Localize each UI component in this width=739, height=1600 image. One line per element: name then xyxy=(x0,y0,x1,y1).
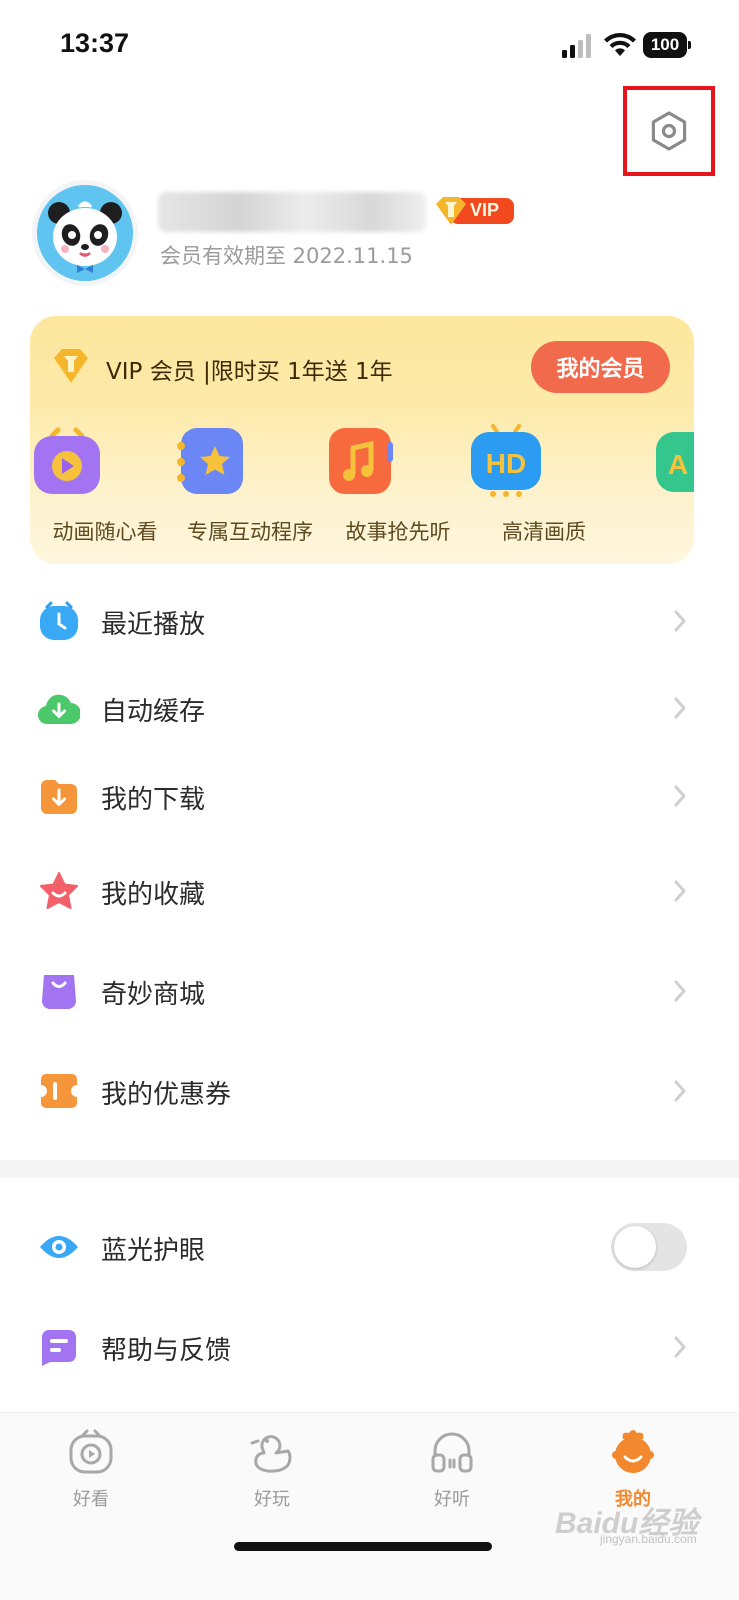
vip-card[interactable]: VIP 会员 |限时买 1年送 1年 我的会员 动画随心看 专属互动程序 故事抢… xyxy=(30,316,694,564)
perk-item-partial[interactable]: A xyxy=(620,424,694,502)
watermark-url: jingyan.baidu.com xyxy=(600,1532,697,1546)
my-membership-button[interactable]: 我的会员 xyxy=(531,341,670,393)
eye-icon xyxy=(40,1236,78,1258)
duck-icon xyxy=(250,1435,292,1473)
menu-item-help-feedback[interactable]: 帮助与反馈 xyxy=(0,1312,739,1382)
menu-item-my-coupons[interactable]: 我的优惠券 xyxy=(0,1056,739,1126)
tab-label: 好看 xyxy=(73,1489,109,1510)
chevron-right-icon xyxy=(674,880,686,902)
avatar[interactable] xyxy=(32,180,138,286)
menu-item-my-favorites[interactable]: 我的收藏 xyxy=(0,856,739,926)
settings-hex-icon xyxy=(651,111,687,151)
tab-label: 好玩 xyxy=(254,1489,290,1510)
headphones-icon xyxy=(431,1432,473,1473)
chevron-right-icon xyxy=(674,785,686,807)
panda-avatar-icon xyxy=(37,185,133,281)
perk-item[interactable]: 动画随心看 xyxy=(30,424,180,544)
tab-label: 好听 xyxy=(434,1489,470,1510)
cellular-signal-icon xyxy=(562,34,591,58)
menu-label: 蓝光护眼 xyxy=(101,1236,206,1266)
username-blurred xyxy=(158,192,426,232)
eye-protection-toggle[interactable] xyxy=(611,1223,687,1271)
settings-button[interactable] xyxy=(623,86,715,176)
perk-label: 专属互动程序 xyxy=(187,520,313,544)
feedback-icon xyxy=(42,1330,76,1366)
menu-label: 我的下载 xyxy=(101,785,206,815)
menu-label: 自动缓存 xyxy=(101,697,206,727)
clock-icon xyxy=(40,601,78,640)
battery-level: 100 xyxy=(643,32,687,58)
hd-tv-icon: HD xyxy=(471,424,541,497)
chevron-right-icon xyxy=(674,1336,686,1358)
perk-label: 故事抢先听 xyxy=(345,520,451,544)
home-indicator[interactable] xyxy=(234,1542,492,1551)
membership-expiry: 会员有效期至 2022.11.15 xyxy=(160,244,413,268)
star-icon xyxy=(40,872,78,909)
video-play-icon xyxy=(34,427,100,494)
perk-label: 高清画质 xyxy=(502,520,586,544)
chevron-right-icon xyxy=(674,697,686,719)
alphabet-app-icon: A xyxy=(656,432,694,492)
folder-download-icon xyxy=(41,780,77,814)
menu-label: 我的优惠券 xyxy=(101,1080,232,1110)
perk-item[interactable]: 专属互动程序 xyxy=(175,424,325,544)
menu-item-auto-cache[interactable]: 自动缓存 xyxy=(0,673,739,743)
tab-play[interactable]: 好玩 xyxy=(212,1427,332,1527)
svg-text:HD: HD xyxy=(486,448,526,479)
vip-crown-icon xyxy=(54,349,88,383)
menu-label: 帮助与反馈 xyxy=(101,1336,232,1366)
menu-item-recent-play[interactable]: 最近播放 xyxy=(0,586,739,656)
toggle-knob xyxy=(614,1226,656,1268)
tv-icon xyxy=(69,1429,113,1474)
vip-label: VIP xyxy=(470,200,500,220)
wifi-icon xyxy=(604,33,636,56)
coupon-icon xyxy=(41,1074,77,1108)
tab-listen[interactable]: 好听 xyxy=(392,1427,512,1527)
perk-item[interactable]: HD 高清画质 xyxy=(469,424,619,544)
music-note-icon xyxy=(329,428,393,494)
chevron-right-icon xyxy=(674,980,686,1002)
shopping-bag-icon xyxy=(42,975,76,1009)
tab-watch[interactable]: 好看 xyxy=(31,1427,151,1527)
menu-item-my-downloads[interactable]: 我的下载 xyxy=(0,761,739,831)
menu-label: 最近播放 xyxy=(101,610,206,640)
vip-promo-text: VIP 会员 |限时买 1年送 1年 xyxy=(106,359,393,385)
perk-item[interactable]: 故事抢先听 xyxy=(323,424,473,544)
svg-text:A: A xyxy=(668,449,688,480)
section-divider xyxy=(0,1160,739,1178)
menu-label: 我的收藏 xyxy=(101,880,206,910)
chevron-right-icon xyxy=(674,1080,686,1102)
battery-icon: 100 xyxy=(643,32,691,58)
menu-label: 奇妙商城 xyxy=(101,980,206,1010)
chevron-right-icon xyxy=(674,610,686,632)
status-time: 13:37 xyxy=(60,28,130,58)
cloud-download-icon xyxy=(38,694,80,725)
profile-face-icon xyxy=(612,1430,654,1473)
menu-item-wonder-mall[interactable]: 奇妙商城 xyxy=(0,956,739,1026)
status-bar: 13:37 100 xyxy=(0,0,739,90)
star-app-icon xyxy=(177,428,243,494)
